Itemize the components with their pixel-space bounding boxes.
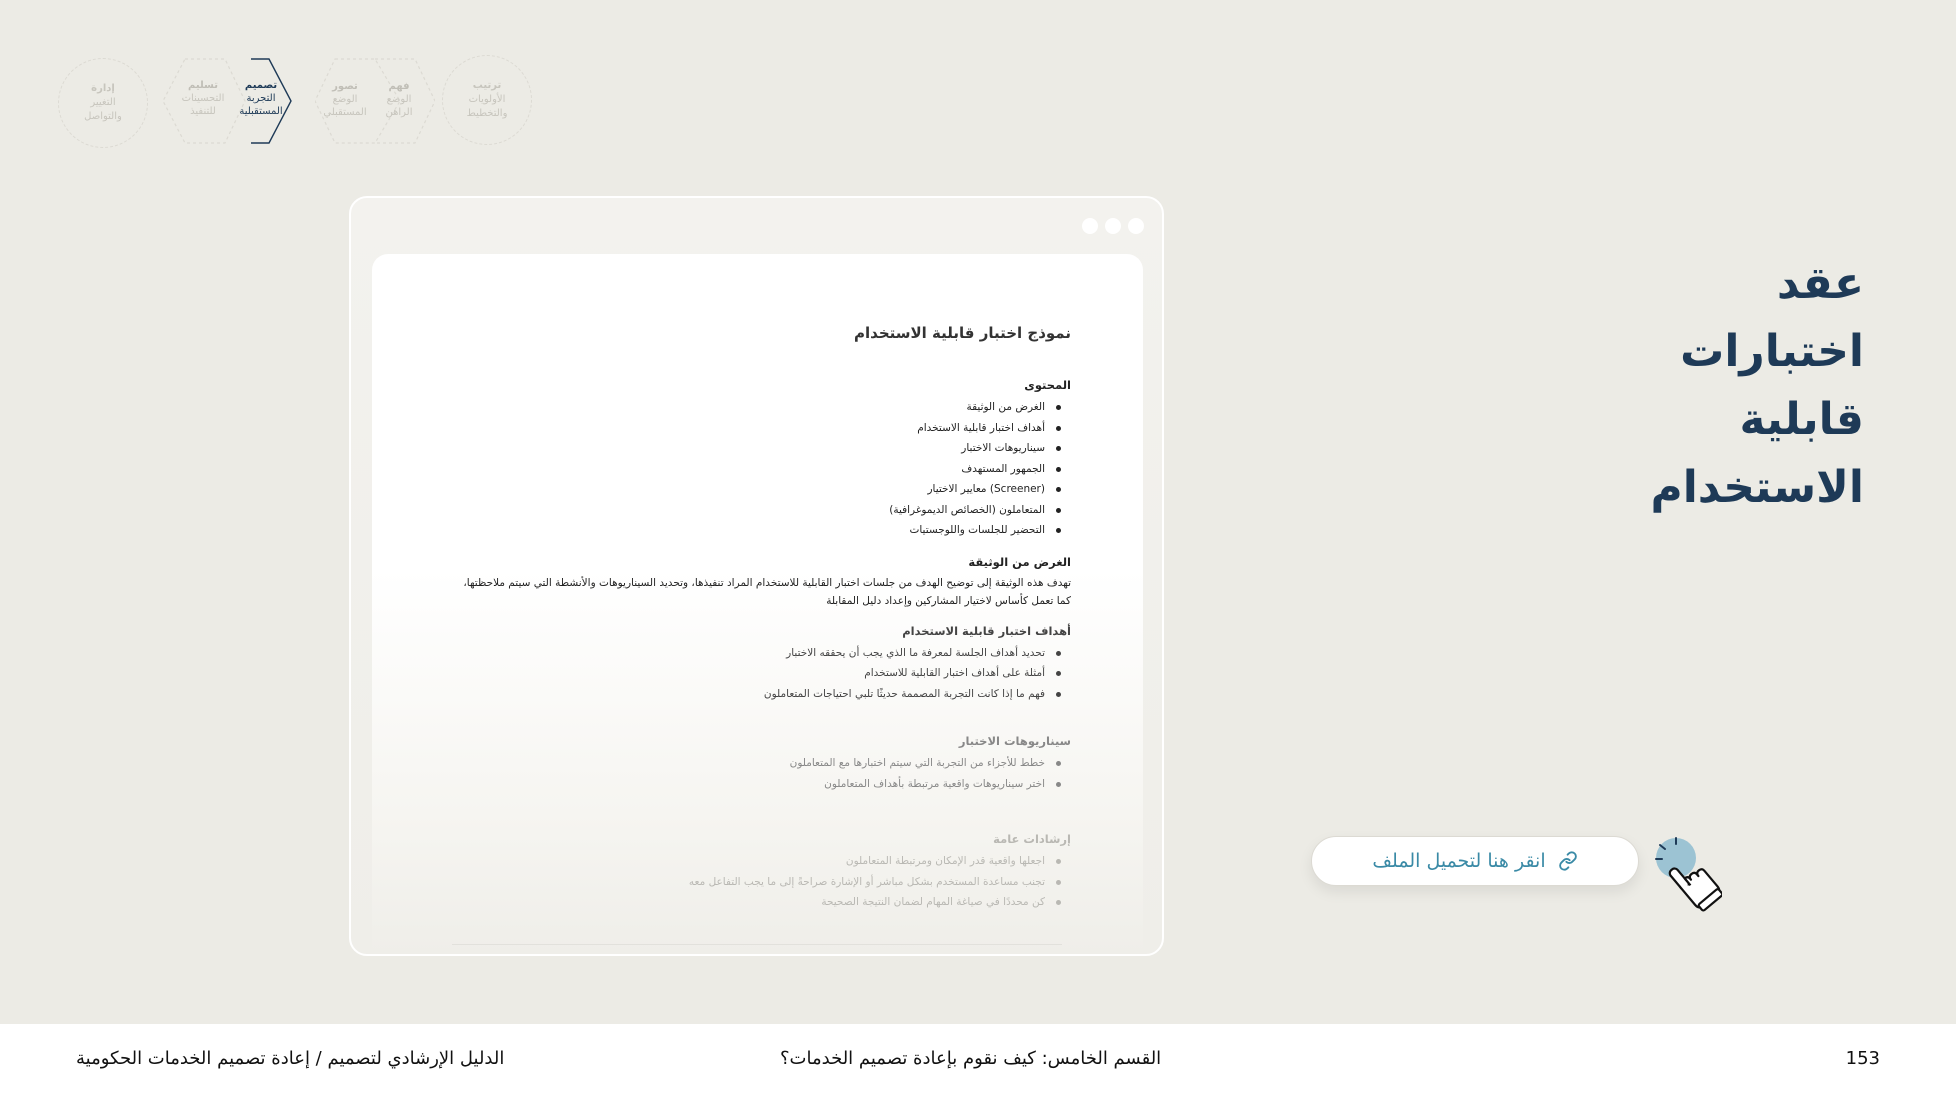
step-title: فهم: [388, 81, 410, 92]
goals-heading: أهداف اختبار قابلية الاستخدام: [902, 623, 1071, 638]
step-deliver[interactable]: تسليم التحسينات للتنفيذ: [175, 79, 231, 118]
list-item: كن محددًا في صياغة المهام لضمان النتيجة …: [451, 892, 1061, 913]
list-item: اجعلها واقعية قدر الإمكان ومرتبطة المتعا…: [451, 851, 1061, 872]
step-change-management[interactable]: إدارة التغيير والتواصل: [58, 58, 148, 148]
list-item: (Screener) معايير الاختيار: [451, 479, 1061, 500]
scenarios-list: خطط للأجزاء من التجربة التي سيتم اختباره…: [451, 753, 1061, 794]
title-line: عقد: [1776, 258, 1864, 309]
step-pair-design-deliver: تصميم التجربة المستقبلية تسليم التحسينات…: [163, 55, 293, 147]
table-edge: [452, 944, 1062, 954]
list-item: خطط للأجزاء من التجربة التي سيتم اختباره…: [451, 753, 1061, 774]
purpose-heading: الغرض من الوثيقة: [968, 554, 1071, 569]
list-item: التحضير للجلسات واللوجستيات: [451, 520, 1061, 541]
step-line: الوضع: [386, 94, 412, 105]
list-item: المتعاملون (الخصائص الديموغرافية): [451, 500, 1061, 521]
step-line: المستقبلي: [323, 107, 367, 118]
list-item: اختر سيناريوهات واقعية مرتبطة بأهداف الم…: [451, 774, 1061, 795]
document-title: نموذج اختبار قابلية الاستخدام: [854, 324, 1071, 342]
step-envision[interactable]: تصور الوضع المستقبلي: [317, 80, 373, 119]
step-line: المستقبلية: [239, 106, 283, 117]
scenarios-heading: سيناريوهات الاختبار: [958, 734, 1071, 748]
title-line: اختبارات: [1680, 326, 1864, 377]
footer-section-title: القسم الخامس: كيف نقوم بإعادة تصميم الخد…: [780, 1048, 1162, 1069]
step-title: تصميم: [244, 80, 278, 91]
guidelines-heading: إرشادات عامة: [993, 832, 1071, 846]
contents-section: المحتوى الغرض من الوثيقة أهداف اختبار قا…: [451, 378, 1071, 541]
window-dot-icon: [1082, 218, 1098, 234]
guidelines-list: اجعلها واقعية قدر الإمكان ومرتبطة المتعا…: [451, 851, 1061, 913]
list-item: الجمهور المستهدف: [451, 459, 1061, 480]
browser-window: نموذج اختبار قابلية الاستخدام المحتوى ال…: [349, 196, 1164, 956]
document-content: نموذج اختبار قابلية الاستخدام المحتوى ال…: [451, 324, 1071, 927]
contents-heading: المحتوى: [1024, 378, 1071, 392]
document-sheet: نموذج اختبار قابلية الاستخدام المحتوى ال…: [372, 254, 1143, 954]
step-line: الأولويات: [468, 94, 506, 105]
purpose-section: الغرض من الوثيقة تهدف هذه الوثيقة إلى تو…: [451, 555, 1071, 610]
process-steps: ترتيب الأولويات والتخطيط فهم الوضع الراه…: [55, 55, 535, 155]
pointer-hand-icon: [1652, 834, 1724, 914]
list-item: تجنب مساعدة المستخدم بشكل مباشر أو الإشا…: [451, 872, 1061, 893]
step-title: إدارة: [91, 83, 115, 94]
title-line: قابلية: [1739, 394, 1864, 445]
footer-guide-title: الدليل الإرشادي لتصميم / إعادة تصميم الخ…: [76, 1048, 505, 1069]
step-line: والتخطيط: [466, 108, 508, 119]
window-dot-icon: [1105, 218, 1121, 234]
step-pair-understand-envision: فهم الوضع الراهن تصور الوضع المستقبلي: [315, 55, 435, 147]
list-item: أمثلة على أهداف اختبار القابلية للاستخدا…: [451, 663, 1061, 684]
window-dot-icon: [1128, 218, 1144, 234]
window-controls: [1082, 218, 1144, 234]
step-title: تصور: [332, 81, 358, 92]
step-title: ترتيب: [472, 80, 502, 91]
title-line: الاستخدام: [1650, 462, 1864, 513]
list-item: فهم ما إذا كانت التجربة المصممة حديثًا ت…: [451, 684, 1061, 705]
guidelines-section: إرشادات عامة اجعلها واقعية قدر الإمكان و…: [451, 832, 1071, 913]
download-file-button[interactable]: انقر هنا لتحميل الملف: [1311, 836, 1639, 886]
step-understand[interactable]: فهم الوضع الراهن: [377, 80, 421, 119]
page-title: عقد اختبارات قابلية الاستخدام: [1564, 250, 1864, 522]
list-item: سيناريوهات الاختبار: [451, 438, 1061, 459]
goals-list: تحديد أهداف الجلسة لمعرفة ما الذي يجب أن…: [451, 643, 1061, 705]
step-line: للتنفيذ: [190, 106, 216, 117]
step-title: تسليم: [188, 80, 218, 91]
list-item: الغرض من الوثيقة: [451, 397, 1061, 418]
goals-section: أهداف اختبار قابلية الاستخدام تحديد أهدا…: [451, 624, 1071, 705]
list-item: أهداف اختبار قابلية الاستخدام: [451, 418, 1061, 439]
step-line: الراهن: [385, 107, 413, 118]
page-footer: الدليل الإرشادي لتصميم / إعادة تصميم الخ…: [0, 1024, 1956, 1100]
step-design[interactable]: تصميم التجربة المستقبلية: [233, 79, 289, 118]
step-line: التحسينات: [181, 93, 225, 104]
step-line: والتواصل: [84, 111, 122, 122]
link-icon: [1558, 851, 1578, 871]
step-prioritization[interactable]: ترتيب الأولويات والتخطيط: [442, 55, 532, 145]
list-item: تحديد أهداف الجلسة لمعرفة ما الذي يجب أن…: [451, 643, 1061, 664]
download-label: انقر هنا لتحميل الملف: [1372, 850, 1546, 872]
step-line: الوضع: [332, 94, 358, 105]
step-line: التجربة: [246, 93, 276, 104]
step-line: التغيير: [90, 97, 116, 108]
purpose-text: تهدف هذه الوثيقة إلى توضيح الهدف من جلسا…: [463, 576, 1071, 607]
page-number: 153: [1845, 1048, 1880, 1069]
slide: ترتيب الأولويات والتخطيط فهم الوضع الراه…: [0, 0, 1956, 1100]
contents-list: الغرض من الوثيقة أهداف اختبار قابلية الا…: [451, 397, 1061, 541]
scenarios-section: سيناريوهات الاختبار خطط للأجزاء من التجر…: [451, 734, 1071, 794]
